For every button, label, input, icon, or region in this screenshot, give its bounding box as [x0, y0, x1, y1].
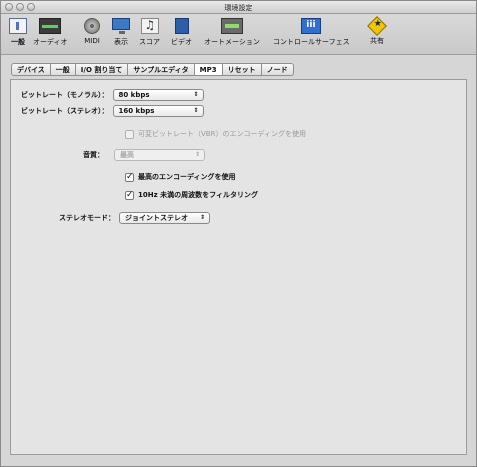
bitrate-mono-label: ビットレート（モノラル）： — [21, 91, 109, 99]
bitrate-stereo-row: ビットレート（ステレオ）： 160 kbps ⇕ — [21, 105, 204, 117]
title-bar: 環境設定 — [1, 1, 476, 14]
quality-label: 音質： — [83, 151, 104, 159]
popup-arrows-icon: ⇕ — [194, 151, 200, 158]
stereo-mode-popup[interactable]: ジョイントステレオ ⇕ — [119, 212, 210, 224]
general-icon — [9, 18, 27, 34]
tab-devices[interactable]: デバイス — [11, 63, 51, 76]
filter-checkbox[interactable]: ✓ — [125, 190, 134, 200]
popup-arrows-icon: ⇕ — [193, 91, 199, 98]
popup-arrows-icon: ⇕ — [193, 107, 199, 114]
filter-row: ✓ 10Hz 未満の周波数をフィルタリング — [125, 190, 258, 200]
toolbar-item-share[interactable]: 共有 — [367, 16, 387, 46]
tab-general[interactable]: 一般 — [50, 63, 76, 76]
tab-sample-editor[interactable]: サンプルエディタ — [128, 63, 195, 76]
tab-reset[interactable]: リセット — [222, 63, 262, 76]
toolbar-item-video[interactable]: ビデオ — [171, 18, 192, 47]
toolbar-item-control-surface[interactable]: コントロールサーフェス — [273, 18, 350, 47]
tab-mp3[interactable]: MP3 — [194, 63, 223, 76]
bitrate-stereo-popup[interactable]: 160 kbps ⇕ — [112, 105, 204, 117]
window-title: 環境設定 — [224, 4, 253, 12]
filter-label: 10Hz 未満の周波数をフィルタリング — [138, 191, 258, 199]
toolbar-item-automation[interactable]: オートメーション — [204, 18, 260, 47]
midi-icon — [84, 18, 100, 34]
bitrate-mono-popup[interactable]: 80 kbps ⇕ — [112, 89, 204, 101]
preferences-toolbar: 一般 オーディオ MIDI 表示 スコア ビデオ オートメーション コントロー — [1, 14, 476, 55]
mp3-settings-panel: ビットレート（モノラル）： 80 kbps ⇕ ビットレート（ステレオ）： 16… — [10, 79, 467, 455]
best-encoding-checkbox[interactable]: ✓ — [125, 172, 134, 182]
vbr-label: 可変ビットレート（VBR）のエンコーディングを使用 — [138, 130, 306, 138]
display-icon — [112, 18, 130, 34]
stereo-mode-label: ステレオモード： — [59, 214, 115, 222]
toolbar-item-general[interactable]: 一般 — [9, 18, 27, 47]
tab-nodes[interactable]: ノード — [261, 63, 294, 76]
preferences-window: 環境設定 一般 オーディオ MIDI 表示 スコア ビデオ オートメーショ — [0, 0, 477, 467]
vbr-checkbox[interactable] — [125, 129, 134, 139]
bitrate-stereo-label: ビットレート（ステレオ）： — [21, 107, 109, 115]
audio-icon — [39, 18, 62, 34]
best-encoding-row: ✓ 最高のエンコーディングを使用 — [125, 172, 236, 182]
popup-arrows-icon: ⇕ — [199, 214, 205, 221]
quality-row: 音質： 最高 ⇕ — [83, 149, 205, 161]
quality-popup[interactable]: 最高 ⇕ — [114, 149, 205, 161]
toolbar-item-score[interactable]: スコア — [139, 18, 160, 47]
score-icon — [140, 18, 159, 34]
control-surface-icon — [301, 18, 322, 34]
vbr-row: 可変ビットレート（VBR）のエンコーディングを使用 — [125, 129, 306, 139]
tab-io-assignments[interactable]: I/O 割り当て — [75, 63, 129, 76]
audio-tabs: デバイス 一般 I/O 割り当て サンプルエディタ MP3 リセット ノード — [11, 63, 294, 77]
toolbar-item-display[interactable]: 表示 — [112, 18, 130, 47]
automation-icon — [220, 18, 243, 34]
toolbar-item-audio[interactable]: オーディオ — [33, 18, 68, 47]
toolbar-item-midi[interactable]: MIDI — [84, 18, 100, 45]
share-icon — [367, 16, 387, 36]
video-icon — [174, 18, 189, 34]
best-encoding-label: 最高のエンコーディングを使用 — [138, 173, 236, 181]
stereo-mode-row: ステレオモード： ジョイントステレオ ⇕ — [59, 212, 210, 224]
bitrate-mono-row: ビットレート（モノラル）： 80 kbps ⇕ — [21, 89, 204, 101]
